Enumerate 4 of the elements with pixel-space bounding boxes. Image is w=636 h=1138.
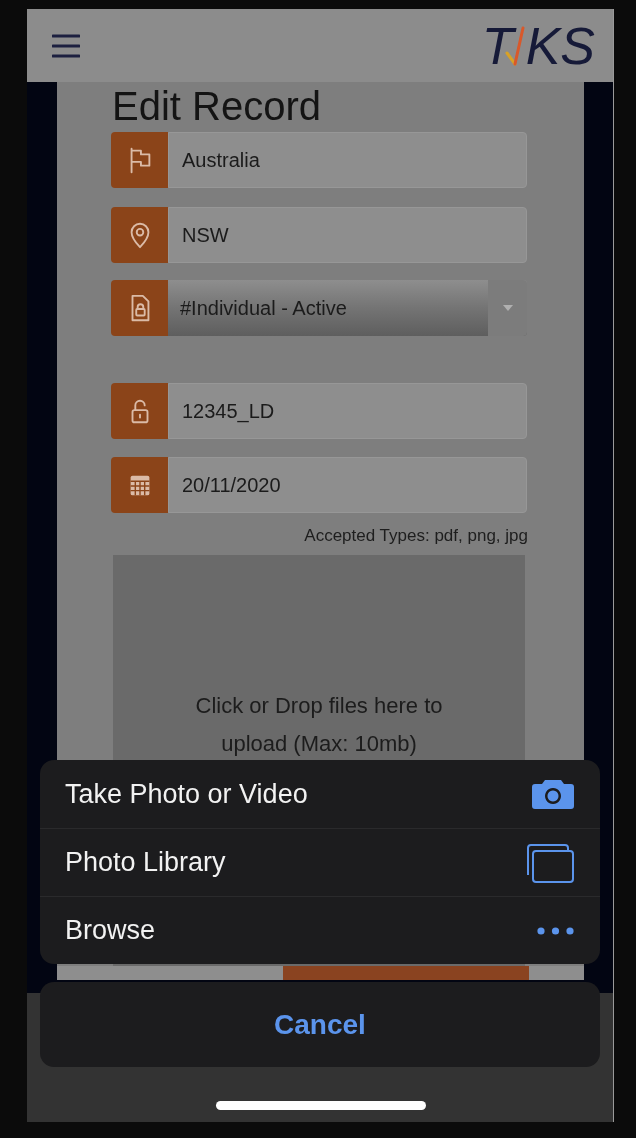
modal-title: Edit Record — [112, 84, 321, 128]
accepted-types-note: Accepted Types: pdf, png, jpg — [304, 525, 528, 547]
drop-zone-text: Click or Drop files here to upload (Max: 10mb) — [194, 692, 444, 758]
logo-text: KS — [525, 17, 595, 74]
